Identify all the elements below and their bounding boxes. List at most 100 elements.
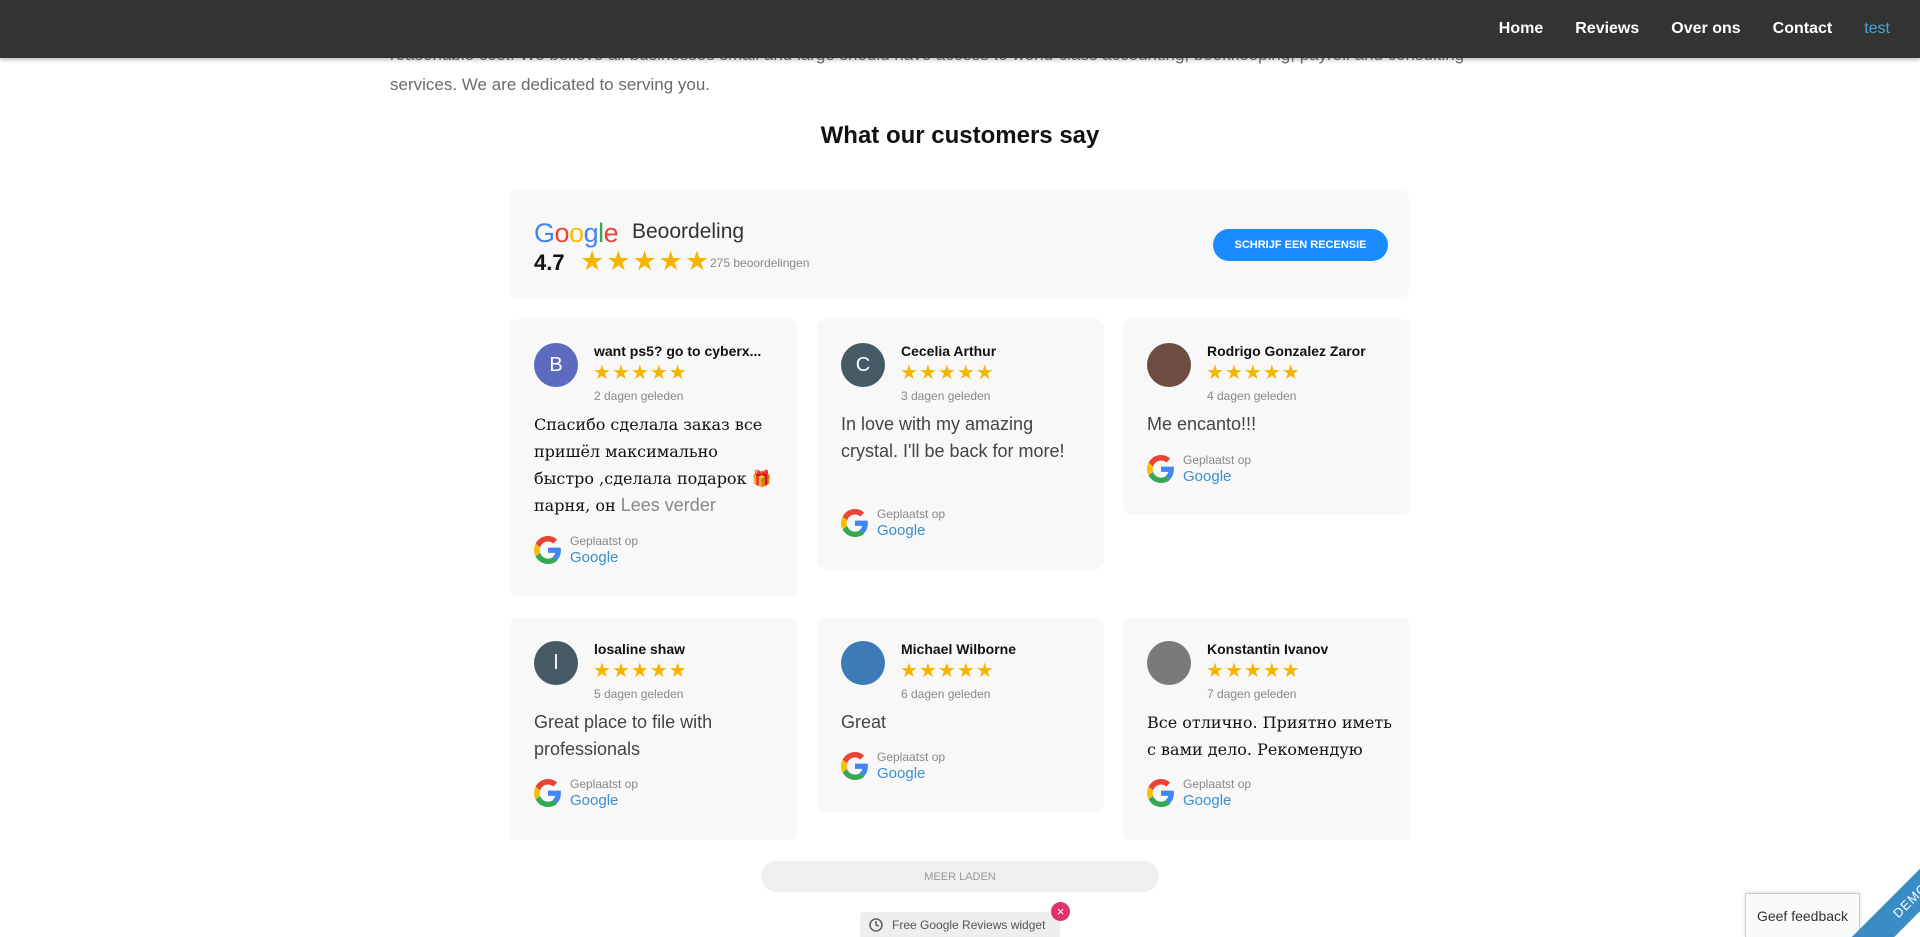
review-date: 7 dagen geleden — [1207, 687, 1297, 701]
star-icon: ★ — [937, 360, 956, 384]
posted-label: Geplaatst op — [877, 507, 946, 521]
star-icon: ★ — [956, 658, 975, 682]
posted-label: Geplaatst op — [1183, 777, 1252, 791]
nav-reviews[interactable]: Reviews — [1575, 20, 1639, 38]
avatar — [1147, 343, 1191, 387]
avatar: l — [534, 641, 578, 685]
star-icon: ★ — [1206, 658, 1224, 682]
average-stars: ★ ★ ★ ★ ★ — [580, 247, 709, 277]
review-stars: ★ ★ ★ ★ ★ — [1206, 361, 1300, 383]
star-icon: ★ — [937, 658, 956, 682]
posted-source-link[interactable]: Google — [570, 549, 618, 566]
write-review-button[interactable]: Schrijf een recensie — [1213, 229, 1388, 261]
posted-source-link[interactable]: Google — [1183, 468, 1231, 485]
review-card: Rodrigo Gonzalez Zaror ★ ★ ★ ★ ★ 4 dagen geled… — [1123, 319, 1410, 515]
review-date: 4 dagen geleden — [1207, 389, 1297, 403]
review-text: Me encanto!!! — [1147, 411, 1392, 438]
intro-line-2: services. We are dedicated to serving yo… — [390, 75, 711, 94]
rating-summary: Google Beoordeling 4.7 ★ ★ ★ ★ ★ 275 beo… — [510, 190, 1409, 298]
load-more-button[interactable]: MEER LADEN — [761, 861, 1159, 892]
google-g-icon — [841, 509, 869, 537]
refresh-icon — [869, 917, 883, 932]
star-icon: ★ — [668, 658, 687, 682]
google-g-icon — [534, 779, 562, 807]
reviewer-name[interactable]: Michael Wilborne — [901, 641, 1086, 657]
reviewer-name[interactable]: want ps5? go to cyberx... — [594, 343, 779, 359]
star-icon: ★ — [611, 658, 630, 682]
nav-over-ons[interactable]: Over ons — [1671, 20, 1740, 38]
reviewer-name[interactable]: Rodrigo Gonzalez Zaror — [1207, 343, 1392, 359]
review-card: Bwant ps5? go to cyberx... ★ ★ ★ ★ ★ 2 dagen g… — [510, 319, 797, 596]
google-g-icon — [534, 536, 562, 564]
reviewer-name[interactable]: Konstantin Ivanov — [1207, 641, 1392, 657]
star-icon: ★ — [630, 360, 649, 384]
reviewer-name[interactable]: losaline shaw — [594, 641, 779, 657]
posted-source-link[interactable]: Google — [877, 522, 925, 539]
nav-contact[interactable]: Contact — [1773, 20, 1833, 38]
read-more-link[interactable]: Lees verder — [621, 495, 716, 515]
review-card: l losaline shaw ★ ★ ★ ★ ★ 5 dagen geleden Great … — [510, 617, 797, 840]
review-stars: ★ ★ ★ ★ ★ — [1206, 659, 1300, 681]
star-icon: ★ — [611, 360, 630, 384]
widget-badge-label: Free Google Reviews widget — [892, 917, 1046, 932]
avatar: B — [534, 343, 578, 387]
widget-badge[interactable]: Free Google Reviews widget — [860, 912, 1060, 937]
star-icon: ★ — [1262, 658, 1281, 682]
star-half-icon: ★ — [684, 246, 710, 277]
review-date: 6 dagen geleden — [901, 687, 991, 701]
nav-home[interactable]: Home — [1499, 20, 1543, 38]
section-title: What our customers say — [820, 122, 1100, 149]
star-icon: ★ — [1224, 360, 1243, 384]
google-g-icon — [1147, 455, 1175, 483]
star-icon: ★ — [1262, 360, 1281, 384]
avatar — [1147, 641, 1191, 685]
star-icon: ★ — [975, 658, 994, 682]
star-icon: ★ — [1281, 360, 1300, 384]
review-card: Konstantin Ivanov ★ ★ ★ ★ ★ 7 dagen geleden Все… — [1123, 617, 1410, 840]
summary-label: Beoordeling — [632, 220, 745, 243]
review-text: Все отлично. Приятно иметь с вами дело. … — [1147, 709, 1392, 763]
star-icon: ★ — [593, 360, 611, 384]
posted-source-link[interactable]: Google — [877, 765, 925, 782]
review-count: 275 beoordelingen — [710, 256, 810, 270]
star-icon: ★ — [1206, 360, 1224, 384]
posted-source-link[interactable]: Google — [570, 792, 618, 809]
star-icon: ★ — [593, 658, 611, 682]
posted-on: Geplaatst op Google — [1147, 777, 1347, 811]
review-text-body: Great place to file with professionals — [534, 712, 713, 759]
star-icon: ★ — [918, 658, 937, 682]
avatar — [841, 641, 885, 685]
nav-test[interactable]: test — [1864, 20, 1890, 38]
star-icon: ★ — [956, 360, 975, 384]
posted-on: Geplaatst op Google — [1147, 453, 1347, 487]
star-icon: ★ — [1243, 658, 1262, 682]
posted-on: Geplaatst op Google — [841, 750, 1041, 784]
star-icon: ★ — [1224, 658, 1243, 682]
review-card: Michael Wilborne ★ ★ ★ ★ ★ 6 dagen geleden Grea… — [817, 617, 1104, 812]
posted-on: Geplaatst op Google — [841, 507, 1041, 541]
widget-close-button[interactable]: × — [1051, 902, 1070, 921]
review-text: In love with my amazing crystal. I'll be… — [841, 411, 1086, 465]
average-rating: 4.7 — [534, 250, 565, 275]
google-g-icon — [1147, 779, 1175, 807]
review-text-body: In love with my amazing crystal. I'll be… — [841, 414, 1065, 461]
review-text-body: Все отлично. Приятно иметь с вами дело. … — [1147, 713, 1392, 759]
star-icon: ★ — [580, 246, 605, 277]
star-icon: ★ — [918, 360, 937, 384]
posted-on: Geplaatst op Google — [534, 534, 734, 568]
star-icon: ★ — [1281, 658, 1300, 682]
posted-label: Geplaatst op — [570, 534, 639, 548]
star-icon: ★ — [632, 246, 657, 277]
star-icon: ★ — [658, 246, 683, 277]
google-logo: Google — [534, 218, 619, 248]
google-g-icon — [841, 752, 869, 780]
review-stars: ★ ★ ★ ★ ★ — [593, 361, 687, 383]
posted-source-link[interactable]: Google — [1183, 792, 1231, 809]
top-navigation: Home Reviews Over ons Contact test — [0, 0, 1920, 58]
feedback-button[interactable]: Geef feedback — [1745, 893, 1860, 937]
star-icon: ★ — [900, 360, 918, 384]
reviewer-name[interactable]: Cecelia Arthur — [901, 343, 1086, 359]
review-card: C Cecelia Arthur ★ ★ ★ ★ ★ 3 dagen geleden In lo… — [817, 319, 1104, 569]
star-icon: ★ — [649, 658, 668, 682]
star-icon: ★ — [975, 360, 994, 384]
